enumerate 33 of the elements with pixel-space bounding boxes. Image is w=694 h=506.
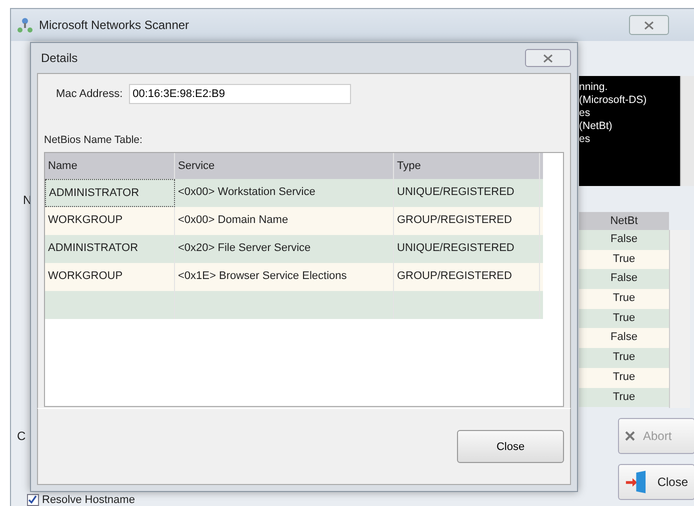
log-line: nning. <box>579 81 609 94</box>
mac-address-field[interactable]: 00:16:3E:98:E2:B9 <box>128 84 351 104</box>
table-cell: True <box>579 308 669 328</box>
close-icon <box>644 20 654 30</box>
field-label: Mac Address: <box>56 88 123 100</box>
close-icon <box>543 54 553 62</box>
log-line: (NetBt) <box>579 120 614 133</box>
scrollbar[interactable] <box>669 230 690 408</box>
log-line: es <box>579 133 592 146</box>
log-line: (Microsoft-DS) <box>579 94 648 107</box>
table-cell: True <box>579 250 669 270</box>
table-cell: True <box>579 348 669 368</box>
close-button[interactable] <box>525 49 571 67</box>
column-header[interactable]: NetBt <box>579 212 669 230</box>
close-button[interactable]: Close <box>457 430 564 463</box>
table-cell: False <box>579 230 669 250</box>
table-cell: False <box>579 328 669 348</box>
table-cell: True <box>579 289 669 309</box>
table-cell: True <box>579 388 669 408</box>
checkbox[interactable] <box>27 494 39 506</box>
network-icon <box>17 17 33 33</box>
close-button[interactable]: Close <box>618 464 694 500</box>
table-cell: False <box>579 269 669 290</box>
log-line: es <box>579 107 592 120</box>
label-text: C <box>17 429 26 443</box>
scrollbar[interactable] <box>680 76 694 186</box>
close-button[interactable] <box>629 15 669 35</box>
checkbox-label: Resolve Hostname <box>42 494 135 506</box>
cross-icon <box>625 431 635 441</box>
window-title: Microsoft Networks Scanner <box>39 18 190 32</box>
dialog-title: Details <box>40 51 78 65</box>
section-label: NetBios Name Table: <box>44 134 144 146</box>
table-cell: True <box>579 368 669 388</box>
